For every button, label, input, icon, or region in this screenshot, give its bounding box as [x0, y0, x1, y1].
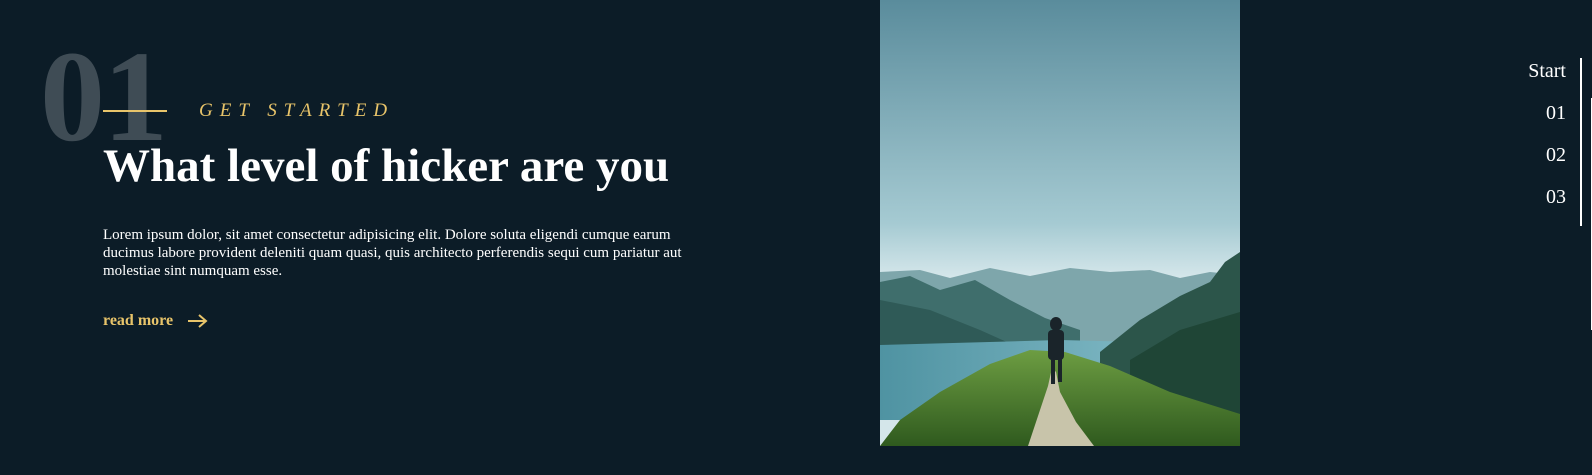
slide-navigation: Start 01 02 03: [1472, 58, 1592, 330]
eyebrow-row: GET STARTED: [103, 100, 523, 124]
nav-active-indicator: [1580, 58, 1582, 226]
eyebrow-divider: [103, 110, 167, 112]
read-more-link[interactable]: read more: [103, 309, 209, 333]
arrow-right-icon: [188, 314, 208, 328]
read-more-label: read more: [103, 312, 174, 329]
nav-item-03[interactable]: 03: [1546, 186, 1566, 209]
nav-item-02[interactable]: 02: [1546, 144, 1566, 167]
eyebrow-label: GET STARTED: [199, 100, 395, 121]
page-title: What level of hicker are you: [103, 140, 670, 192]
nav-item-01[interactable]: 01: [1546, 102, 1566, 125]
description-text: Lorem ipsum dolor, sit amet consectetur …: [103, 227, 682, 279]
hiker-mountain-photo: [880, 0, 1240, 446]
nav-item-start[interactable]: Start: [1528, 60, 1566, 83]
